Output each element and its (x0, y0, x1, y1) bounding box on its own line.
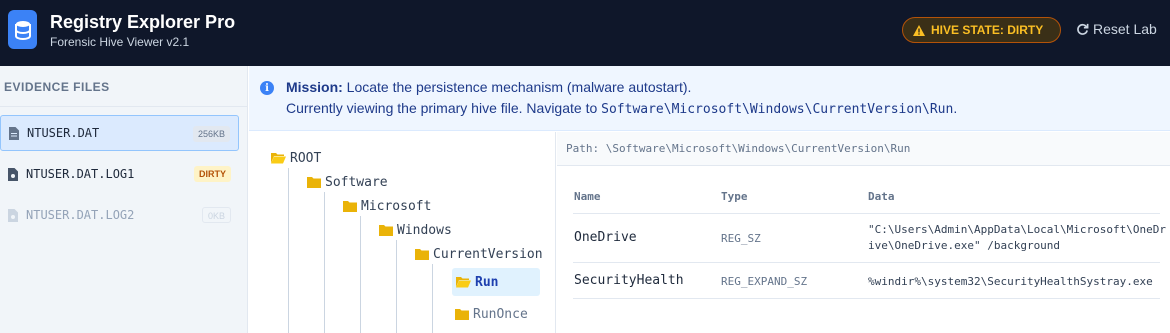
app-title: Registry Explorer Pro (50, 12, 236, 32)
file-size-badge: 256KB (192, 126, 230, 142)
tree-node-currentversion[interactable]: CurrentVersion (415, 242, 543, 266)
value-name: OneDrive (574, 230, 637, 245)
mission-instructions: Currently viewing the primary hive file.… (286, 100, 957, 117)
folder-icon (455, 309, 469, 320)
log-file-icon (8, 208, 18, 222)
tree-guide-line (324, 192, 325, 333)
folder-icon (307, 177, 321, 188)
tree-node-microsoft[interactable]: Microsoft (343, 194, 431, 218)
tree-guide-line (432, 264, 433, 333)
tree-node-runonce[interactable]: RunOnce (455, 302, 528, 326)
reset-lab-label: Reset Lab (1093, 21, 1157, 37)
database-icon (8, 10, 37, 49)
mission-label: Mission: (286, 79, 343, 95)
hive-state-badge: HIVE STATE: DIRTY (902, 17, 1061, 43)
hive-state-text: HIVE STATE: DIRTY (931, 23, 1044, 37)
file-icon (9, 126, 19, 140)
app-subtitle: Forensic Hive Viewer v2.1 (50, 35, 190, 49)
table-divider (573, 262, 1160, 263)
file-name: NTUSER.DAT.LOG1 (26, 167, 135, 181)
tree-guide-line (396, 240, 397, 333)
sidebar-title: EVIDENCE FILES (4, 80, 110, 94)
tree-node-windows[interactable]: Windows (379, 218, 452, 242)
folder-open-icon (456, 277, 471, 288)
folder-icon (379, 225, 393, 236)
value-data: "C:\Users\Admin\AppData\Local\Microsoft\… (868, 223, 1167, 252)
mission-banner: i Mission: Locate the persistence mechan… (249, 66, 1170, 131)
evidence-file-ntuser-log2[interactable]: NTUSER.DAT.LOG2 0KB (0, 197, 239, 233)
sidebar-divider (0, 106, 248, 107)
value-data: %windir%\system32\SecurityHealthSystray.… (868, 275, 1153, 288)
value-type: REG_SZ (721, 232, 761, 245)
column-header-type: Type (721, 190, 748, 203)
path-bar: Path: \Software\Microsoft\Windows\Curren… (557, 132, 1170, 166)
values-pane: Path: \Software\Microsoft\Windows\Curren… (557, 132, 1170, 333)
table-divider (573, 213, 1160, 214)
reset-lab-button[interactable]: Reset Lab (1076, 21, 1157, 37)
file-name: NTUSER.DAT.LOG2 (26, 208, 135, 222)
folder-icon (343, 201, 357, 212)
mission-text: Mission: Locate the persistence mechanis… (286, 79, 691, 95)
app-header: Registry Explorer Pro Forensic Hive View… (0, 0, 1170, 66)
evidence-sidebar: EVIDENCE FILES NTUSER.DAT 256KB NTUSER.D… (0, 66, 248, 333)
mission-instruction-text: Currently viewing the primary hive file.… (286, 100, 598, 116)
column-header-name: Name (574, 190, 601, 203)
folder-icon (415, 249, 429, 260)
mission-instruction-end: . (953, 100, 958, 116)
log-file-icon (8, 167, 18, 181)
refresh-icon (1077, 23, 1089, 35)
column-header-data: Data (868, 190, 895, 203)
evidence-file-ntuser-dat[interactable]: NTUSER.DAT 256KB (0, 115, 239, 151)
current-path: Path: \Software\Microsoft\Windows\Curren… (566, 142, 911, 155)
tree-guide-line (360, 216, 361, 333)
file-name: NTUSER.DAT (27, 126, 100, 140)
mission-objective: Locate the persistence mechanism (malwar… (346, 79, 692, 95)
tree-guide-line (288, 168, 289, 333)
file-dirty-badge: DIRTY (194, 166, 231, 182)
tree-node-root[interactable]: ROOT (271, 146, 321, 170)
registry-tree: ROOT Software Microsoft Windows CurrentV… (249, 132, 556, 333)
table-divider (573, 298, 1160, 299)
folder-open-icon (271, 153, 286, 164)
evidence-file-ntuser-log1[interactable]: NTUSER.DAT.LOG1 DIRTY (0, 156, 239, 192)
info-icon: i (260, 81, 274, 95)
mission-target-path: Software\Microsoft\Windows\CurrentVersio… (601, 102, 954, 117)
value-name: SecurityHealth (574, 273, 684, 288)
file-size-badge: 0KB (201, 207, 231, 223)
tree-node-software[interactable]: Software (307, 170, 388, 194)
tree-node-run[interactable]: Run (452, 268, 540, 296)
warning-icon (913, 24, 925, 36)
value-type: REG_EXPAND_SZ (721, 275, 808, 288)
